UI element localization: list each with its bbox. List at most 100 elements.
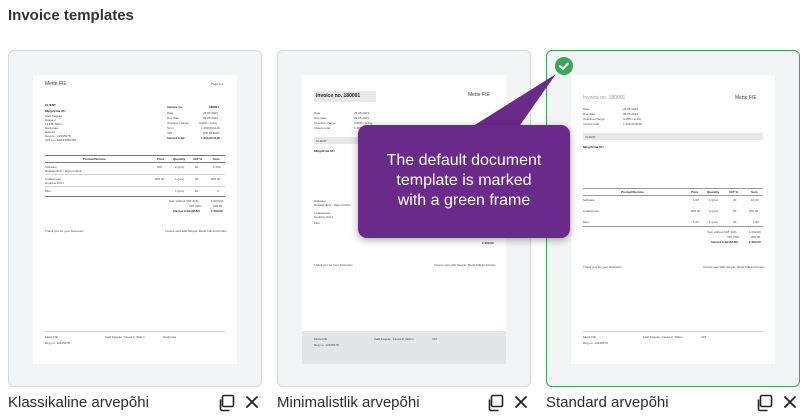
doc-client-bar (583, 133, 763, 140)
doc-row-cell: Hooldus OÜH (45, 181, 64, 185)
copy-icon[interactable] (755, 394, 773, 412)
doc-total-label: VAT 20% (727, 235, 740, 239)
template-card-classic[interactable]: Mette FIE Page 1/1 CLIENT Mingifirma OÜ … (8, 50, 262, 387)
doc-info-label: Overdue charge (314, 121, 336, 125)
doc-table-head: Sum (213, 157, 220, 161)
doc-info-label: Invoice total (314, 126, 331, 130)
doc-row-cell: 1 000 (213, 165, 221, 169)
doc-footer-rule (45, 331, 225, 332)
doc-total-label: Sum without VAT 20% (707, 230, 737, 234)
doc-row-cell: Hooldus OÜH (314, 215, 333, 219)
doc-row-cell: Reklaamibid – Digio ümbrik (45, 169, 82, 173)
doc-table-rule (45, 162, 225, 163)
doc-row-cell: 1 (pcs) (709, 220, 719, 224)
doc-footer-band (302, 331, 506, 364)
doc-page-no: Page 1/1 (211, 82, 224, 86)
doc-info-title: Invoice no. (167, 105, 183, 109)
doc-table-head: Product/Service (621, 190, 644, 194)
doc-info-value: 200,00 EUR (203, 131, 220, 135)
doc-total-value: 1 200,00 (749, 240, 761, 244)
doc-table-head: Product/Service (83, 157, 106, 161)
template-name: Minimalistlik arvepõhi (277, 394, 420, 411)
doc-table-rule (45, 155, 225, 156)
doc-row-cell: Software (583, 198, 595, 202)
doc-client-name: Mingifirma OÜ (583, 145, 604, 149)
doc-row-cell: Muu (45, 189, 51, 193)
close-icon[interactable] (782, 394, 798, 410)
doc-total-value: 200,00 (213, 204, 223, 208)
doc-thanks: Thank you for your business! (583, 265, 622, 269)
doc-thanks: Thank you for your business! (314, 263, 353, 267)
doc-row-cell: 1 (pcs) (175, 177, 185, 181)
doc-footer-text: VAT (432, 337, 438, 341)
doc-total-value: 1 200,00 (211, 209, 223, 213)
doc-total-label: Invoice total (EUR) (711, 240, 738, 244)
copy-icon[interactable] (217, 394, 235, 412)
check-icon (555, 57, 573, 75)
doc-client-head: CLIENT (316, 139, 327, 143)
doc-footer-text: Kadi Kegeler, Kassa 2, Tallinn (643, 335, 683, 339)
doc-footer-text: Reg no. 12345678 (45, 341, 70, 345)
template-name: Standard arvepõhi (546, 394, 669, 411)
doc-row-cell: 500,00 (749, 209, 759, 213)
doc-footer-text: VAT (701, 335, 707, 339)
doc-footer-text: Mette FIE (583, 335, 597, 339)
doc-table-head: VAT % (729, 190, 739, 194)
template-preview: Invoice no. 180001 Mette FIE Date Due da… (571, 75, 775, 364)
doc-table-rule (583, 195, 763, 196)
doc-table-rule (45, 196, 225, 197)
doc-row-cell: 0 (217, 189, 219, 193)
doc-company: Mette FIE (735, 95, 757, 101)
doc-row-cell: 2 (pcs) (709, 209, 719, 213)
doc-footer-text: Kadi Kegeler, Kassa 2, Tallinn (374, 337, 414, 341)
doc-info-value: 0,05% / a day (623, 117, 642, 121)
doc-row-cell: 20 (195, 165, 199, 169)
doc-info-value: 1 000,00 EUR (201, 126, 220, 130)
doc-footer-text: Reg no. 12345678 (583, 341, 608, 345)
template-preview: Mette FIE Page 1/1 CLIENT Mingifirma OÜ … (33, 75, 237, 364)
doc-info-label: Date (314, 111, 321, 115)
doc-client-name: Mingifirma OÜ (45, 109, 66, 113)
doc-footer-rule (583, 331, 763, 332)
copy-icon[interactable] (486, 394, 504, 412)
doc-table-head: VAT % (193, 157, 203, 161)
doc-table-rule (45, 174, 225, 175)
doc-info-label: Invoice total (167, 136, 185, 140)
doc-row-cell: 20 (733, 209, 737, 213)
doc-row-cell: 20 (195, 189, 199, 193)
doc-row-cell: 500 (157, 165, 163, 169)
doc-total-value: 1 000,00 (211, 199, 223, 203)
close-icon[interactable] (244, 394, 260, 410)
doc-total-label: VAT 20% (189, 204, 202, 208)
doc-total-value: 1 000,00 (749, 230, 761, 234)
doc-powered: Invoice sent with Simple, Mette FIE and … (434, 263, 496, 267)
doc-footer-text: Mette FIE (314, 337, 328, 341)
doc-footer-text: Harjumaa (163, 335, 177, 339)
close-icon[interactable] (513, 394, 529, 410)
doc-info-label: Term (167, 126, 174, 130)
doc-client-name: Mingifirma OÜ (314, 149, 335, 153)
doc-row-cell: Lisateenuse (583, 209, 600, 213)
doc-company: Mette FIE (468, 92, 490, 98)
doc-info-value: 26.05.2023 (203, 111, 219, 115)
doc-table-rule (45, 186, 225, 187)
doc-client-head: CLIENT (45, 103, 56, 107)
tooltip-callout: The default document template is marked … (358, 125, 570, 238)
doc-info-label: Overdue charge (583, 117, 605, 121)
doc-row-cell: 1,00 (753, 220, 759, 224)
doc-info-value: 26.05.2023 (354, 111, 370, 115)
doc-powered: Invoice sent with Simple, Mette FIE and … (165, 229, 227, 233)
doc-row-cell: 10,00 (751, 198, 759, 202)
tooltip-text: The default document template is marked … (386, 152, 542, 209)
doc-row-cell: 500,00 (155, 177, 165, 181)
doc-info-label: Date (583, 107, 590, 111)
doc-table-rule (583, 226, 763, 227)
doc-info-label: Invoice total (583, 122, 600, 126)
doc-thanks: Thank you for your business! (45, 229, 84, 233)
template-card-standard[interactable]: Invoice no. 180001 Mette FIE Date Due da… (546, 50, 800, 387)
doc-row-cell: Reklaamibid – Digio ümbrik (314, 203, 351, 207)
doc-info-label: Due date (583, 112, 596, 116)
doc-total-value: 200,00 (751, 235, 761, 239)
doc-info-number: 180001 (209, 105, 220, 109)
doc-info-value: 09.06.2023 (354, 116, 370, 120)
